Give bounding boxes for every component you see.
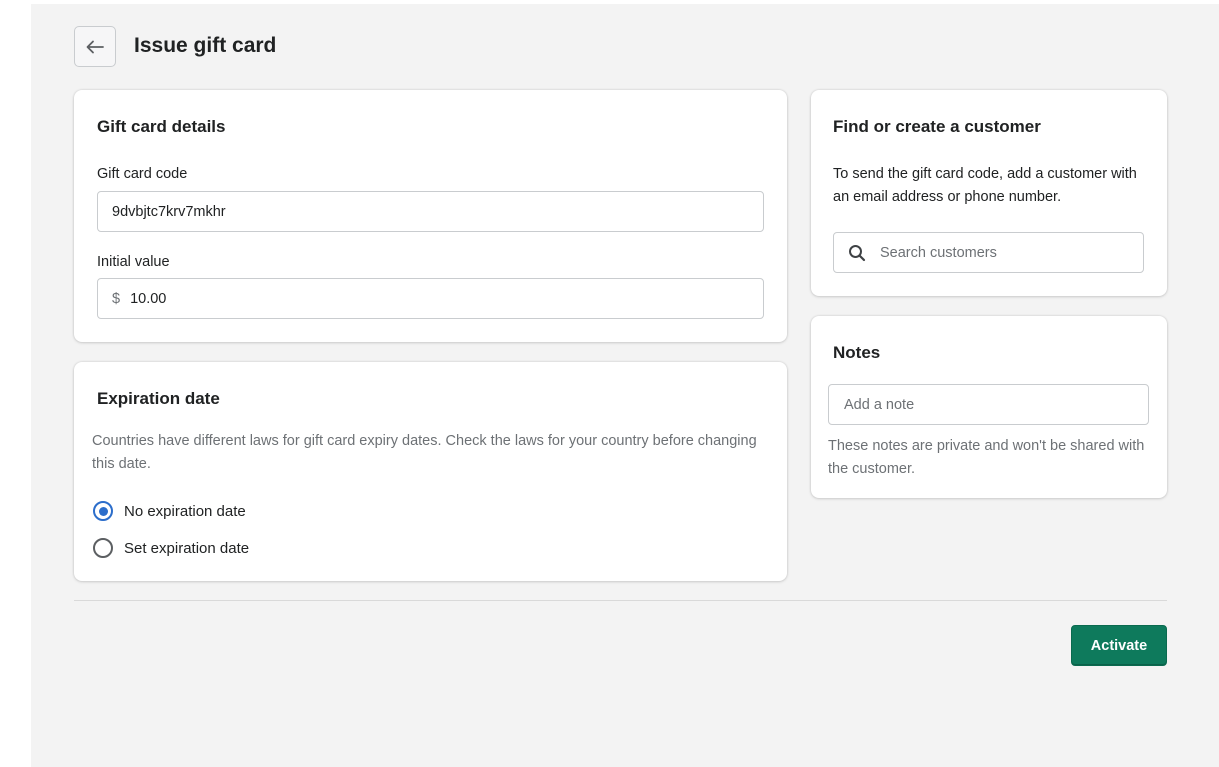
back-button[interactable] (74, 26, 116, 67)
initial-value-label: Initial value (97, 254, 170, 270)
set-expiration-option[interactable]: Set expiration date (93, 538, 249, 558)
no-expiration-option[interactable]: No expiration date (93, 501, 246, 521)
gift-card-details-title: Gift card details (97, 117, 226, 136)
expiration-help-text: Countries have different laws for gift c… (92, 433, 757, 472)
arrow-left-icon (86, 40, 104, 53)
customer-help-text: To send the gift card code, add a custom… (833, 166, 1137, 205)
notes-input[interactable]: Add a note (828, 384, 1149, 425)
search-icon (849, 244, 866, 261)
customer-search-input[interactable]: Search customers (833, 232, 1144, 273)
page-title: Issue gift card (134, 34, 277, 57)
set-expiration-label: Set expiration date (124, 539, 250, 557)
gift-card-code-input[interactable]: 9dvbjtc7krv7mkhr (97, 191, 764, 232)
no-expiration-radio[interactable] (93, 501, 113, 521)
currency-symbol: $ (112, 290, 121, 307)
activate-button[interactable]: Activate (1071, 625, 1167, 666)
initial-value-amount: 10.00 (130, 290, 167, 307)
gift-card-code-label: Gift card code (97, 166, 188, 182)
expiration-date-title: Expiration date (97, 389, 220, 408)
gift-card-code-value: 9dvbjtc7krv7mkhr (112, 203, 226, 220)
set-expiration-radio[interactable] (93, 538, 113, 558)
notes-title: Notes (833, 343, 881, 362)
notes-help-text: These notes are private and won't be sha… (828, 438, 1145, 477)
customer-card-title: Find or create a customer (833, 117, 1041, 136)
notes-placeholder: Add a note (844, 396, 915, 413)
no-expiration-label: No expiration date (124, 502, 246, 520)
initial-value-input[interactable]: $ 10.00 (97, 278, 764, 319)
customer-search-placeholder: Search customers (880, 244, 997, 261)
footer-divider (74, 600, 1167, 601)
